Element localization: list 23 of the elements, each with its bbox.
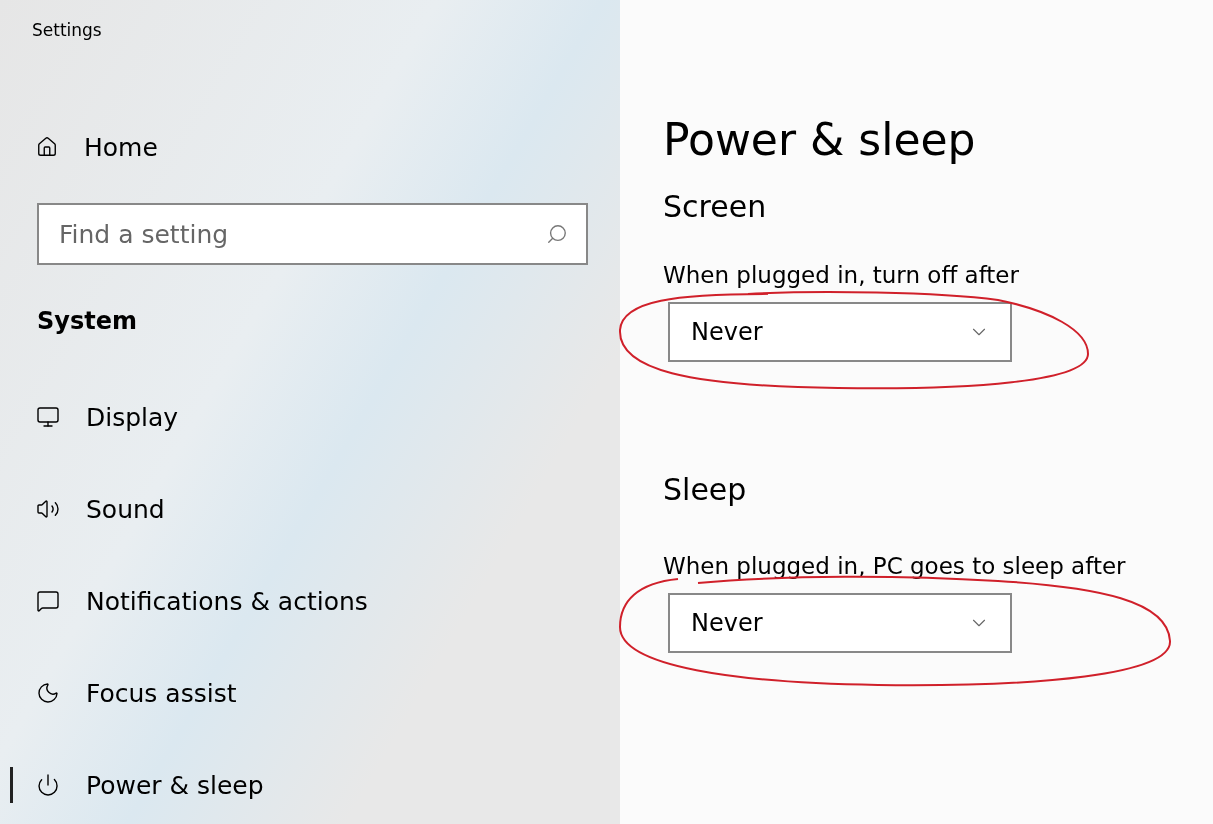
search-field[interactable]: Find a setting [37, 203, 588, 265]
monitor-icon [36, 405, 60, 429]
section-heading: Screen [663, 189, 768, 224]
speech-bubble-icon [36, 589, 60, 613]
speaker-icon [36, 497, 60, 521]
section-heading: Sleep [663, 472, 748, 507]
sidebar-item[interactable]: Focus assist [0, 663, 620, 723]
sidebar-item[interactable]: Display [0, 387, 620, 447]
home-link[interactable]: Home [0, 117, 620, 177]
section-heading: System [37, 307, 138, 335]
field-label: When plugged in, turn off after [663, 262, 1020, 288]
moon-icon [36, 681, 60, 705]
window-title: Settings [32, 20, 103, 40]
home-icon [36, 136, 58, 158]
field-label: When plugged in, PC goes to sleep after [663, 553, 1127, 579]
dropdown[interactable]: Never [668, 593, 1012, 653]
page-title: Power & sleep [663, 114, 977, 165]
power-icon [36, 773, 60, 797]
sidebar-item[interactable]: Notifications & actions [0, 571, 620, 631]
search-icon [546, 223, 568, 245]
sidebar-item[interactable]: Sound [0, 479, 620, 539]
sidebar-item[interactable]: Power & sleep [0, 755, 620, 815]
dropdown[interactable]: Never [668, 302, 1012, 362]
